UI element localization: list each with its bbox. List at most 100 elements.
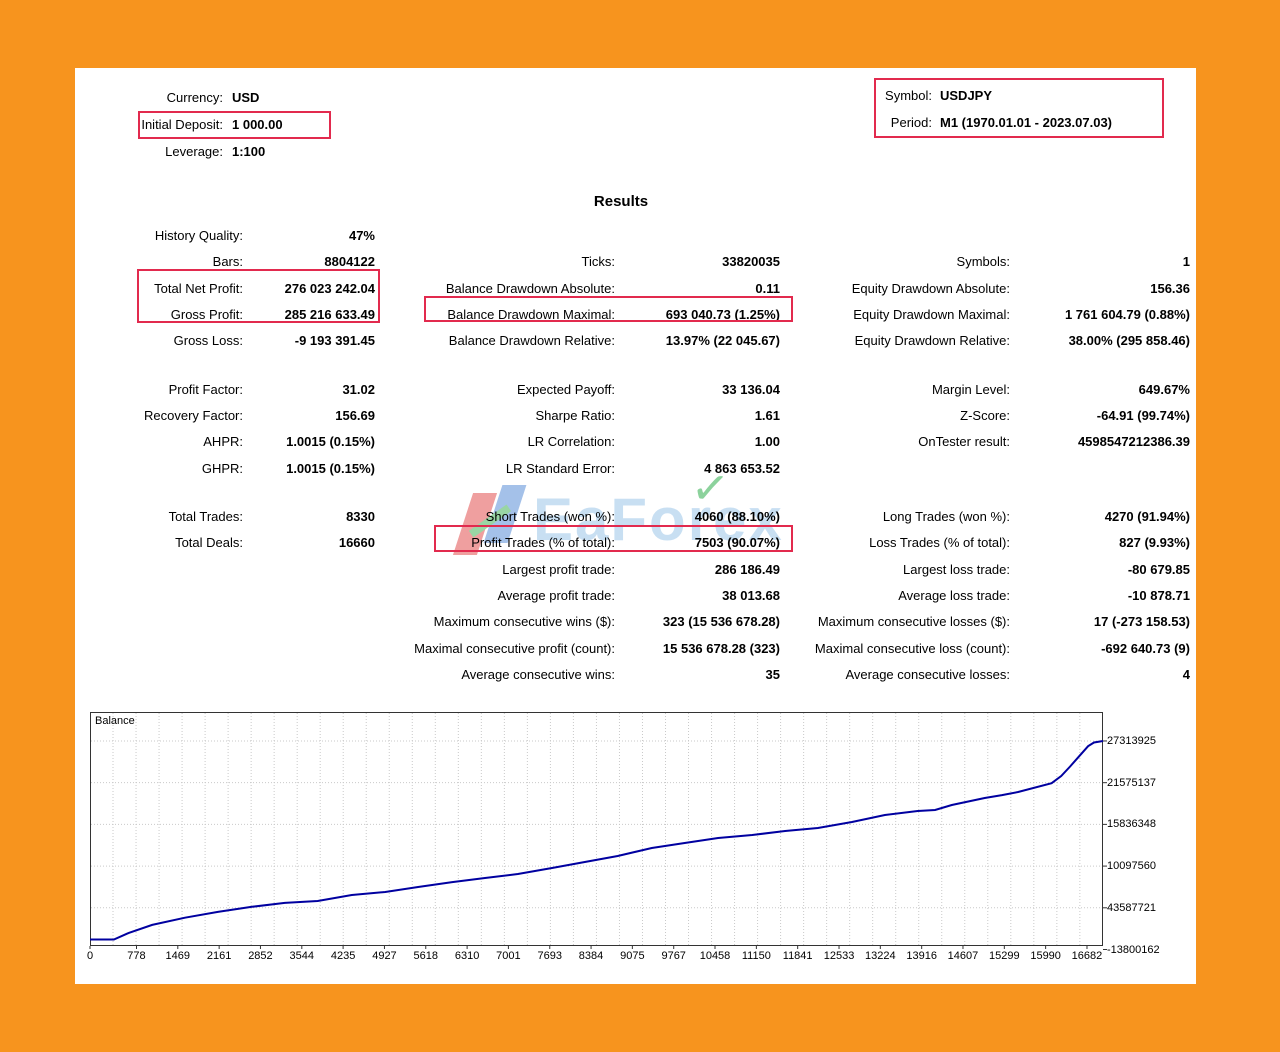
stat-label: Total Deals: [75, 530, 243, 556]
stat-label: LR Standard Error: [385, 456, 615, 482]
stat-row: Gross Loss:-9 193 391.45Balance Drawdown… [75, 328, 1196, 354]
x-axis-label: 13224 [858, 950, 902, 962]
stat-value: 31.02 [248, 377, 375, 403]
stat-value: 693 040.73 (1.25%) [621, 302, 780, 328]
stat-label: Equity Drawdown Absolute: [790, 276, 1010, 302]
stat-value: 17 (-273 158.53) [1016, 609, 1190, 635]
header-field-value: M1 (1970.01.01 - 2023.07.03) [940, 115, 1112, 130]
x-axis-label: 0 [68, 950, 112, 962]
stat-value: 4 863 653.52 [621, 456, 780, 482]
x-axis-label: 13916 [900, 950, 944, 962]
x-axis-label: 14607 [941, 950, 985, 962]
stat-row: Total Net Profit:276 023 242.04Balance D… [75, 276, 1196, 302]
header-field: Currency:USD [75, 84, 283, 111]
stat-label: Loss Trades (% of total): [790, 530, 1010, 556]
stat-row: Total Deals:16660Profit Trades (% of tot… [75, 530, 1196, 556]
results-stats-table: History Quality:47%Bars:8804122Ticks:338… [75, 223, 1196, 689]
header-field-value: USD [232, 90, 259, 105]
x-axis-label: 15990 [1024, 950, 1068, 962]
stat-value: 47% [248, 223, 375, 249]
stat-label: Margin Level: [790, 377, 1010, 403]
stat-label: OnTester result: [790, 429, 1010, 455]
stat-label: Recovery Factor: [75, 403, 243, 429]
stat-value: 35 [621, 662, 780, 688]
stat-label: Largest loss trade: [790, 557, 1010, 583]
stat-label: Total Trades: [75, 504, 243, 530]
stat-row: Bars:8804122Ticks:33820035Symbols:1 [75, 249, 1196, 275]
stat-value: 8330 [248, 504, 375, 530]
header-field-value: 1:100 [232, 144, 265, 159]
x-axis-label: 7693 [528, 950, 572, 962]
stat-label: Average loss trade: [790, 583, 1010, 609]
header-field: Leverage: 1:100 [75, 138, 283, 165]
header-field-value: USDJPY [940, 88, 992, 103]
stat-row: History Quality:47% [75, 223, 1196, 249]
x-axis-label: 11841 [776, 950, 820, 962]
header-field-value: 1 000.00 [232, 117, 283, 132]
report-page: Currency:USDInitial Deposit:1 000.00Leve… [75, 68, 1196, 984]
stat-label: Balance Drawdown Relative: [385, 328, 615, 354]
y-axis-label: 27313925 [1107, 735, 1156, 747]
stat-value: 1.0015 (0.15%) [248, 456, 375, 482]
y-axis-label: 15836348 [1107, 818, 1156, 830]
stat-value: 156.69 [248, 403, 375, 429]
x-axis-label: 15299 [982, 950, 1026, 962]
stat-label: Maximal consecutive loss (count): [790, 636, 1010, 662]
stat-label: Average consecutive losses: [790, 662, 1010, 688]
y-axis-label: -13800162 [1107, 944, 1160, 956]
balance-chart: Balance 07781469216128523544423549275618… [75, 712, 1196, 984]
x-axis-label: 7001 [486, 950, 530, 962]
x-axis-label: 2161 [197, 950, 241, 962]
stat-label: History Quality: [75, 223, 243, 249]
header-field-label: Symbol: [882, 82, 932, 109]
stat-value: 13.97% (22 045.67) [621, 328, 780, 354]
stat-label: Balance Drawdown Maximal: [385, 302, 615, 328]
stat-value: 4598547212386.39 [1016, 429, 1190, 455]
header-field: Initial Deposit:1 000.00 [75, 111, 283, 138]
stat-row: Recovery Factor:156.69Sharpe Ratio:1.61Z… [75, 403, 1196, 429]
stat-value: 1.0015 (0.15%) [248, 429, 375, 455]
stat-value: 1.00 [621, 429, 780, 455]
x-axis-label: 10458 [693, 950, 737, 962]
stat-label: Equity Drawdown Maximal: [790, 302, 1010, 328]
stat-label: LR Correlation: [385, 429, 615, 455]
stat-value: 7503 (90.07%) [621, 530, 780, 556]
y-axis-label: 43587721 [1107, 902, 1156, 914]
stat-label: Maximum consecutive wins ($): [385, 609, 615, 635]
stat-value: 33 136.04 [621, 377, 780, 403]
stat-value: 38 013.68 [621, 583, 780, 609]
x-axis-label: 3544 [280, 950, 324, 962]
stat-label: Gross Profit: [75, 302, 243, 328]
stat-row: GHPR:1.0015 (0.15%)LR Standard Error:4 8… [75, 456, 1196, 482]
stat-label: Balance Drawdown Absolute: [385, 276, 615, 302]
stat-value: 649.67% [1016, 377, 1190, 403]
stat-row: Maximum consecutive wins ($):323 (15 536… [75, 609, 1196, 635]
stat-row: AHPR:1.0015 (0.15%)LR Correlation:1.00On… [75, 429, 1196, 455]
stat-label: Maximal consecutive profit (count): [385, 636, 615, 662]
x-axis-label: 778 [114, 950, 158, 962]
stat-label: Average profit trade: [385, 583, 615, 609]
stat-value: 4060 (88.10%) [621, 504, 780, 530]
stat-label: Long Trades (won %): [790, 504, 1010, 530]
chart-x-axis-labels: 0778146921612852354442354927561863107001… [90, 950, 1103, 964]
x-axis-label: 11150 [734, 950, 778, 962]
stat-value: -692 640.73 (9) [1016, 636, 1190, 662]
header-field-label: Period: [882, 109, 932, 136]
stat-label: Average consecutive wins: [385, 662, 615, 688]
stat-value: 276 023 242.04 [248, 276, 375, 302]
stat-value: 16660 [248, 530, 375, 556]
stat-label: Gross Loss: [75, 328, 243, 354]
header-field-label: Leverage: [75, 138, 223, 165]
x-axis-label: 2852 [238, 950, 282, 962]
stat-label: Profit Factor: [75, 377, 243, 403]
stat-value: -64.91 (99.74%) [1016, 403, 1190, 429]
stat-value: 286 186.49 [621, 557, 780, 583]
stat-row: Profit Factor:31.02Expected Payoff:33 13… [75, 377, 1196, 403]
y-axis-label: 21575137 [1107, 777, 1156, 789]
stat-label: Equity Drawdown Relative: [790, 328, 1010, 354]
stat-value: 4270 (91.94%) [1016, 504, 1190, 530]
stat-value: 15 536 678.28 (323) [621, 636, 780, 662]
stat-label: Z-Score: [790, 403, 1010, 429]
x-axis-label: 4927 [362, 950, 406, 962]
stat-value: 38.00% (295 858.46) [1016, 328, 1190, 354]
